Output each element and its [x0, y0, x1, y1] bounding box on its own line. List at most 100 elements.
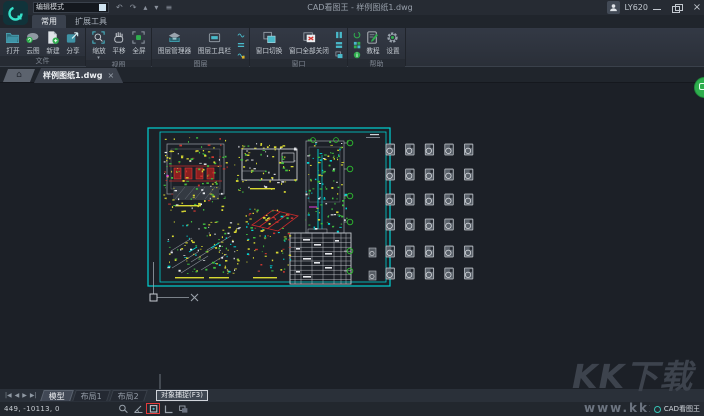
- crosshair-cursor: [150, 262, 198, 301]
- layout-tab-model[interactable]: 模型: [40, 390, 74, 401]
- settings-button[interactable]: 设置: [383, 29, 402, 56]
- settings-gear-icon: [385, 30, 400, 45]
- drawing-frame: [148, 128, 390, 286]
- app-logo-icon[interactable]: [3, 1, 28, 25]
- tile-vertical-icon[interactable]: [335, 31, 343, 39]
- document-tab-bar: ⌂ 样例图纸1.dwg ×: [0, 67, 704, 83]
- brand-label: CAD看图王: [664, 404, 700, 414]
- ribbon-group-window: 窗口切换 窗口全部关闭: [250, 28, 348, 66]
- tab-close-icon[interactable]: ×: [107, 71, 114, 80]
- open-button[interactable]: 打开: [3, 29, 22, 56]
- window-switch-icon: [262, 30, 277, 45]
- fullscreen-icon: [131, 30, 146, 45]
- layout-tab-bar: |◀ ◀ ▶ ▶| 模型 布局1 布局2: [0, 389, 704, 402]
- ribbon-tab-extended-tools[interactable]: 扩展工具: [66, 15, 116, 28]
- layer-manager-icon: [167, 30, 182, 45]
- cascade-windows-icon[interactable]: [335, 51, 343, 59]
- info-icon[interactable]: [353, 51, 361, 59]
- window-tile-tools: [333, 29, 344, 59]
- app-window: 编辑模式 ↶ ↷ ▴ ▾ ≡ CAD看图王 - 样例图纸1.dwg LY620 …: [0, 0, 704, 416]
- brand-logo-icon: [654, 406, 661, 413]
- window-switch-button[interactable]: 窗口切换: [253, 29, 285, 56]
- ortho-mode-icon[interactable]: [163, 404, 174, 414]
- cloud-icon: [25, 30, 40, 45]
- share-icon: [65, 30, 80, 45]
- help-small-tools: [351, 29, 362, 59]
- ribbon-group-file: 打开 云图 新建: [0, 28, 86, 66]
- new-file-icon: [45, 30, 60, 45]
- linetype-icon[interactable]: [237, 31, 245, 39]
- layer-toolbar-button[interactable]: 图层工具栏: [195, 29, 234, 56]
- close-all-windows-button[interactable]: 窗口全部关闭: [286, 29, 332, 56]
- polar-tracking-icon[interactable]: [133, 404, 144, 414]
- document-tab-label: 样例图纸1.dwg: [43, 70, 102, 81]
- down-arrow-icon[interactable]: ▾: [154, 3, 158, 12]
- next-layout-icon[interactable]: ▶: [22, 392, 27, 399]
- zoom-button[interactable]: 缩放 ▾: [89, 29, 108, 60]
- logo-ring-icon: [7, 5, 24, 22]
- cad-drawing[interactable]: [0, 83, 704, 389]
- lineweight-icon[interactable]: [237, 41, 245, 49]
- layout-nav-arrows: |◀ ◀ ▶ ▶|: [0, 392, 42, 399]
- window-controls: ×: [652, 0, 702, 15]
- layout-tab-layout1[interactable]: 布局1: [72, 390, 111, 401]
- first-layout-icon[interactable]: |◀: [5, 392, 12, 399]
- folder-open-icon: [5, 30, 20, 45]
- apps-grid-icon[interactable]: [353, 41, 361, 49]
- pan-button[interactable]: 平移: [109, 29, 128, 56]
- home-tab[interactable]: ⌂: [3, 69, 35, 82]
- ribbon-tab-common[interactable]: 常用: [32, 15, 66, 28]
- avatar[interactable]: [607, 1, 620, 14]
- mode-selector-toggle[interactable]: [99, 4, 106, 11]
- table-text-marks: [296, 239, 339, 278]
- person-icon: [609, 3, 618, 12]
- layer-color-icon[interactable]: [237, 51, 245, 59]
- redo-icon[interactable]: ↷: [130, 3, 137, 12]
- zoom-icon: [91, 30, 106, 45]
- last-layout-icon[interactable]: ▶|: [30, 392, 37, 399]
- object-snap-tooltip: 对象捕捉(F3): [156, 390, 208, 401]
- drawing-canvas[interactable]: [0, 83, 704, 389]
- tile-horizontal-icon[interactable]: [335, 41, 343, 49]
- restore-button[interactable]: [672, 3, 682, 13]
- snap-settings-icon[interactable]: [178, 404, 189, 414]
- new-file-button[interactable]: 新建: [43, 29, 62, 56]
- close-button[interactable]: ×: [692, 3, 702, 13]
- minimize-button[interactable]: [652, 3, 662, 13]
- quick-access-toolbar: ↶ ↷ ▴ ▾ ≡: [116, 1, 172, 14]
- undo-icon[interactable]: ↶: [116, 3, 123, 12]
- status-bar: 449, -10113, 0: [0, 402, 704, 416]
- window-close-all-icon: [302, 30, 317, 45]
- fullscreen-button[interactable]: 全屏: [129, 29, 148, 56]
- share-button[interactable]: 分享: [63, 29, 82, 56]
- layer-manager-button[interactable]: 图层管理器: [155, 29, 194, 56]
- ribbon-group-help: 教程 设置 帮助: [348, 28, 406, 66]
- window-title: CAD看图王 - 样例图纸1.dwg: [250, 2, 470, 13]
- mode-selector[interactable]: 编辑模式: [33, 2, 109, 13]
- tutorial-button[interactable]: 教程: [363, 29, 382, 56]
- username: LY620: [624, 3, 648, 12]
- user-account[interactable]: LY620: [607, 1, 648, 14]
- ribbon-group-label-file: 文件: [0, 56, 85, 66]
- ribbon-group-layer: 图层管理器 图层工具栏: [152, 28, 250, 66]
- prev-layout-icon[interactable]: ◀: [15, 392, 20, 399]
- stray-symbols: [369, 248, 376, 280]
- cloud-drawing-button[interactable]: 云图: [23, 29, 42, 56]
- up-arrow-icon[interactable]: ▴: [143, 3, 147, 12]
- ribbon-group-view: 缩放 ▾ 平移 全屏 视图: [86, 28, 152, 66]
- isometric-bottom-middle: [252, 210, 298, 231]
- ribbon: 打开 云图 新建: [0, 28, 704, 67]
- plan-top-middle: [242, 149, 297, 189]
- zoom-status-icon[interactable]: [118, 404, 129, 414]
- isometric-bottom-left: [171, 236, 231, 273]
- highlight-red-box: [146, 403, 160, 414]
- menu-icon[interactable]: ≡: [165, 3, 172, 12]
- layout-tab-layout2[interactable]: 布局2: [109, 390, 148, 401]
- plan-top-left: [166, 144, 224, 206]
- cursor-coordinates: 449, -10113, 0: [4, 405, 60, 413]
- brand-chip: CAD看图王: [650, 402, 704, 416]
- ribbon-tab-bar: 常用 扩展工具: [0, 15, 704, 28]
- title-bar: 编辑模式 ↶ ↷ ▴ ▾ ≡ CAD看图王 - 样例图纸1.dwg LY620 …: [0, 0, 704, 15]
- document-tab-active[interactable]: 样例图纸1.dwg ×: [34, 68, 123, 83]
- update-icon[interactable]: [353, 31, 361, 39]
